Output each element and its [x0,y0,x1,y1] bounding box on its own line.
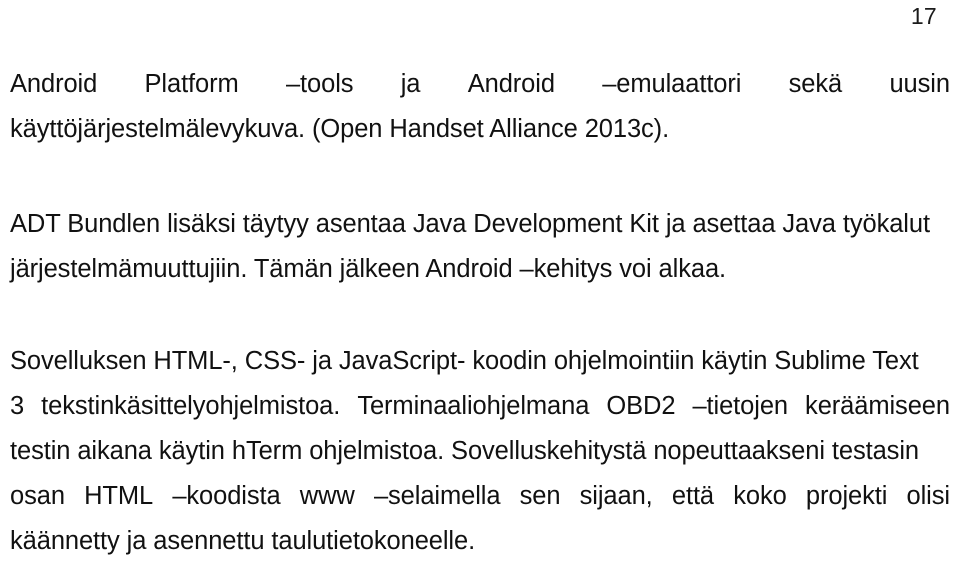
text-word: uusin [889,70,950,98]
paragraph-1: Android Platform –tools ja Android –emulaatto… [10,62,950,152]
text-word: HTML [84,482,154,510]
text-word: projekti [805,482,888,510]
text-word: www [299,482,355,510]
text-word: testin aikana käytin hTerm ohjelmistoa. … [10,437,919,465]
text-word: että [671,482,715,510]
text-word: ja [400,70,421,98]
text-word: koko [733,482,787,510]
text-line: käyttöjärjestelmälevykuva. (Open Handset… [10,107,950,152]
document-body: Android Platform –tools ja Android –emulaatto… [10,62,950,564]
text-line: ADT Bundlen lisäksi täytyy asentaa Java … [10,202,950,247]
text-word: Android [467,70,555,98]
text-word: sekä [788,70,843,98]
text-word: 3 [10,392,25,420]
paragraph-3: Sovelluksen HTML-, CSS- ja JavaScript- k… [10,339,950,564]
text-word: Android [10,70,98,98]
text-word: ADT Bundlen lisäksi täytyy asentaa Java … [10,210,930,238]
text-line: Android Platform –tools ja Android –emulaatto… [10,62,950,107]
text-word: sijaan, [579,482,653,510]
text-line: 3 tekstinkäsittelyohjelmistoa. Terminaalio… [10,384,950,429]
text-word: osan [10,482,65,510]
text-word: tekstinkäsittelyohjelmistoa. [41,392,341,420]
text-word: –selaimella [373,482,501,510]
text-word: Platform [144,70,239,98]
text-word: –emulaattori [602,70,742,98]
text-word: –tietojen [692,392,788,420]
text-word: järjestelmämuuttujiin. Tämän jälkeen And… [10,255,727,283]
page-number: 17 [910,3,937,29]
text-line: testin aikana käytin hTerm ohjelmistoa. … [10,429,950,474]
text-line: järjestelmämuuttujiin. Tämän jälkeen And… [10,247,950,292]
text-word: keräämiseen [805,392,950,420]
text-word: –tools [285,70,354,98]
text-word: –koodista [172,482,281,510]
text-line: osan HTML –koodista www –selaimella sen sijaan… [10,474,950,519]
paragraph-2: ADT Bundlen lisäksi täytyy asentaa Java … [10,202,950,292]
text-word: käännetty ja asennettu taulutietokoneell… [10,527,476,555]
text-line: Sovelluksen HTML-, CSS- ja JavaScript- k… [10,339,950,384]
text-word: käyttöjärjestelmälevykuva. (Open Handset… [10,115,670,143]
document-page: 17 Android Platform –tools ja Android –emulaa… [0,0,960,555]
text-word: sen [519,482,561,510]
text-word: olisi [906,482,951,510]
text-line: käännetty ja asennettu taulutietokoneell… [10,519,950,564]
text-word: Terminaaliohjelmana [357,392,590,420]
text-word: Sovelluksen HTML-, CSS- ja JavaScript- k… [10,347,919,375]
text-word: OBD2 [606,392,676,420]
